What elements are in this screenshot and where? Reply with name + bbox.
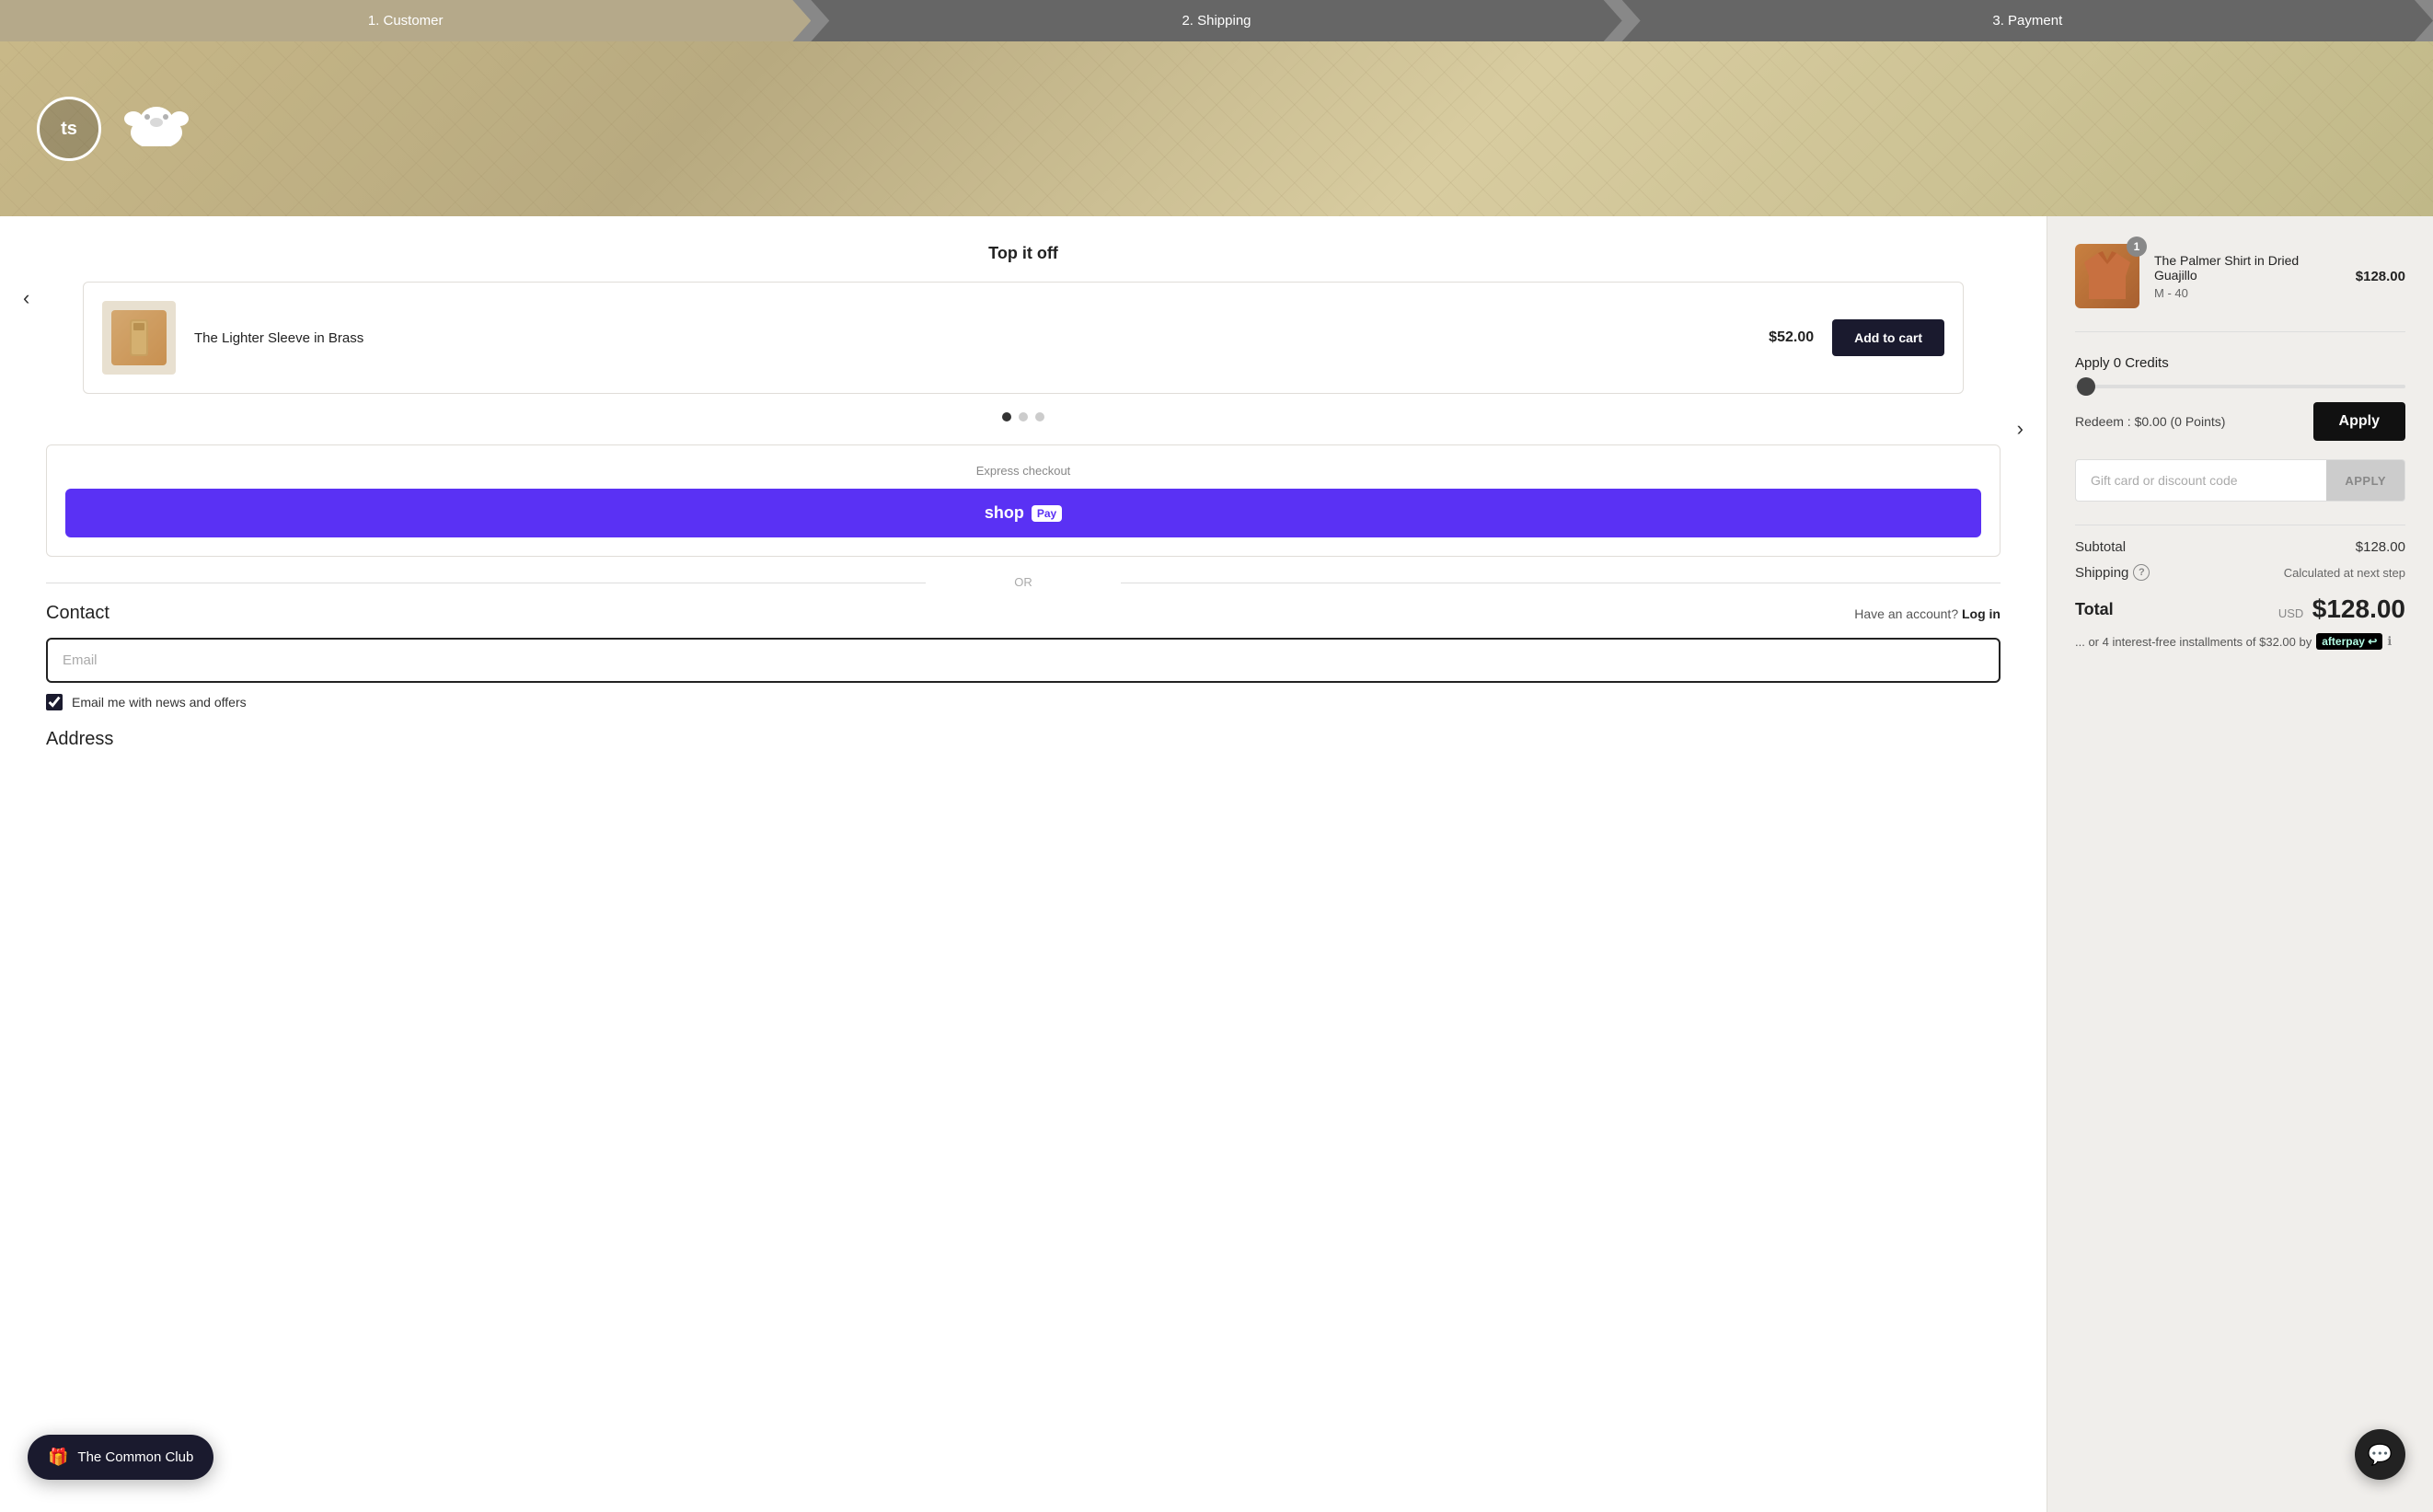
right-panel: 1 The Palmer Shirt in Dried Guajillo M -… [2047,216,2433,1512]
redeem-text: Redeem : $0.00 (0 Points) [2075,414,2225,429]
newsletter-label: Email me with news and offers [72,695,247,710]
total-label: Total [2075,600,2114,619]
credits-section: Apply 0 Credits Redeem : $0.00 (0 Points… [2075,355,2405,441]
product-info: The Lighter Sleeve in Brass [194,330,1750,346]
apply-discount-button[interactable]: APPLY [2326,459,2405,502]
product-price: $52.00 [1769,329,1814,346]
progress-step-customer[interactable]: 1. Customer [0,0,811,41]
shipping-info: Shipping ? [2075,564,2150,581]
shipping-label: Shipping [2075,565,2128,581]
newsletter-checkbox-row: Email me with news and offers [46,694,2001,710]
left-panel: Top it off ‹ The Lighter Sleeve in Bra [0,216,2047,1512]
credits-slider-track [2075,385,2405,388]
carousel-dots [46,412,2001,421]
afterpay-logo: afterpay ↩ [2316,633,2382,650]
bear-icon [120,100,193,157]
login-prompt: Have an account? Log in [1854,606,2001,621]
login-link[interactable]: Log in [1962,606,2001,621]
common-club-badge[interactable]: 🎁 The Common Club [28,1435,213,1480]
cart-item: 1 The Palmer Shirt in Dried Guajillo M -… [2075,244,2405,332]
cart-item-variant: M - 40 [2154,286,2341,300]
credits-slider-thumb[interactable] [2077,377,2095,396]
subtotal-label: Subtotal [2075,539,2126,555]
hero-banner: ts [0,41,2433,216]
shipping-value: Calculated at next step [2284,566,2405,580]
add-to-cart-button[interactable]: Add to cart [1832,319,1944,356]
afterpay-info-icon[interactable]: ℹ [2387,634,2392,649]
express-checkout-section: Express checkout shop Pay [46,444,2001,557]
redeem-row: Redeem : $0.00 (0 Points) Apply [2075,402,2405,441]
shop-pay-badge: Pay [1032,505,1062,522]
hero-background [0,41,2433,216]
cart-item-quantity-badge: 1 [2127,237,2147,257]
total-amount-container: USD $128.00 [2278,594,2405,624]
or-divider: OR [46,575,2001,589]
total-row: Total USD $128.00 [2075,594,2405,624]
cart-item-price: $128.00 [2356,269,2405,284]
carousel-next-button[interactable]: › [2012,412,2028,445]
discount-input[interactable] [2075,459,2326,502]
afterpay-text: ... or 4 interest-free installments of $… [2075,635,2312,649]
cart-item-thumbnail: 1 [2075,244,2139,308]
logo-text: ts [61,119,77,140]
newsletter-checkbox[interactable] [46,694,63,710]
total-amount: $128.00 [2312,594,2405,623]
total-currency: USD [2278,606,2303,620]
address-title: Address [46,729,2001,750]
credits-label: Apply 0 Credits [2075,355,2405,371]
afterpay-row: ... or 4 interest-free installments of $… [2075,633,2405,650]
progress-step-shipping[interactable]: 2. Shipping [811,0,1621,41]
dot-2[interactable] [1019,412,1028,421]
shop-pay-text: shop [985,503,1024,523]
product-carousel: The Lighter Sleeve in Brass $52.00 Add t… [83,282,1964,394]
totals-section: Subtotal $128.00 Shipping ? Calculated a… [2075,525,2405,650]
progress-step-payment[interactable]: 3. Payment [1622,0,2433,41]
contact-title: Contact [46,603,110,624]
apply-credits-button[interactable]: Apply [2313,402,2405,441]
carousel-prev-button[interactable]: ‹ [18,282,34,315]
shipping-info-icon[interactable]: ? [2133,564,2150,581]
brand-logo: ts [37,97,101,161]
chat-icon: 💬 [2368,1443,2393,1467]
product-name: The Lighter Sleeve in Brass [194,330,1750,346]
main-layout: Top it off ‹ The Lighter Sleeve in Bra [0,216,2433,1512]
common-club-label: The Common Club [77,1449,193,1465]
chat-button[interactable]: 💬 [2355,1429,2405,1480]
email-input[interactable] [46,638,2001,683]
product-thumbnail [102,301,176,375]
gift-icon: 🎁 [48,1448,68,1467]
cart-item-name: The Palmer Shirt in Dried Guajillo [2154,253,2341,283]
dot-1[interactable] [1002,412,1011,421]
discount-row: APPLY [2075,459,2405,502]
shop-pay-button[interactable]: shop Pay [65,489,1981,537]
shipping-row: Shipping ? Calculated at next step [2075,564,2405,581]
progress-bar: 1. Customer 2. Shipping 3. Payment [0,0,2433,41]
dot-3[interactable] [1035,412,1044,421]
subtotal-value: $128.00 [2356,539,2405,555]
product-image [111,310,167,365]
subtotal-row: Subtotal $128.00 [2075,539,2405,555]
cart-item-info: The Palmer Shirt in Dried Guajillo M - 4… [2154,253,2341,300]
top-it-off-title: Top it off [46,244,2001,263]
contact-header: Contact Have an account? Log in [46,603,2001,624]
express-checkout-label: Express checkout [65,464,1981,478]
